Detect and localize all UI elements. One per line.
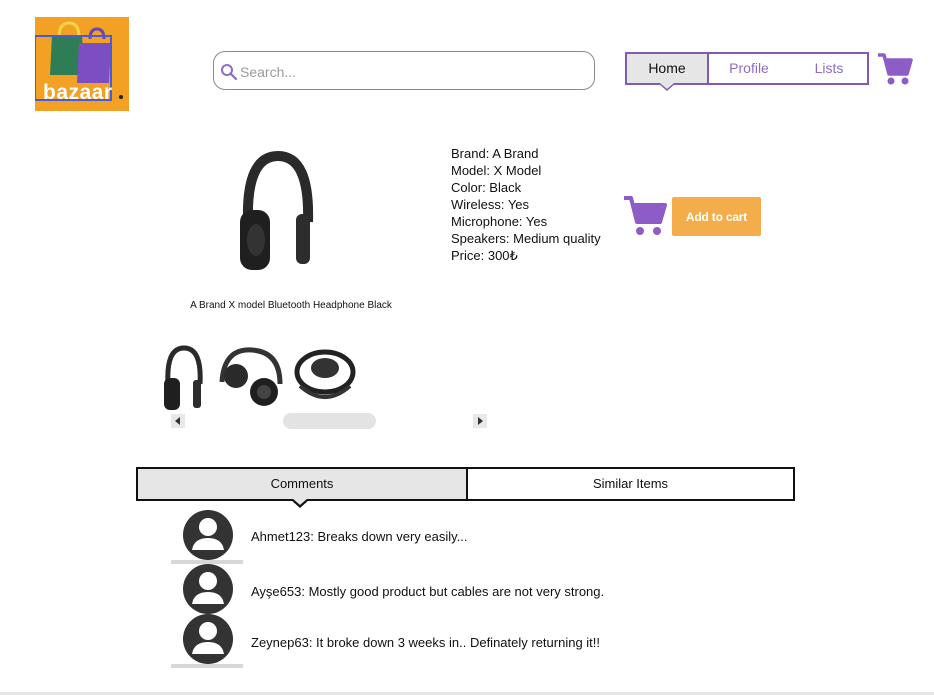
spec-color: Color: Black	[451, 180, 522, 195]
main-nav: Home Profile Lists	[625, 52, 869, 85]
spec-price: Price: 300₺	[451, 248, 518, 263]
bazaar-logo[interactable]: bazaar	[35, 17, 129, 111]
thumbnail-scrollbar[interactable]	[283, 413, 376, 429]
spec-brand: Brand: A Brand	[451, 146, 539, 161]
spec-microphone: Microphone: Yes	[451, 214, 548, 229]
tab-similar-items[interactable]: Similar Items	[468, 469, 793, 499]
avatar	[171, 562, 243, 616]
user-avatar-icon	[183, 510, 233, 560]
avatar	[171, 614, 243, 668]
user-avatar-icon	[183, 614, 233, 664]
search-icon	[221, 64, 238, 81]
avatar	[171, 510, 243, 564]
detail-tabs: Comments Similar Items	[136, 467, 795, 501]
search-bar[interactable]	[213, 51, 595, 90]
spec-wireless: Wireless: Yes	[451, 197, 530, 212]
spec-speakers: Speakers: Medium quality	[451, 231, 601, 246]
arrow-right-icon	[478, 417, 483, 425]
thumbnail-2[interactable]	[216, 344, 286, 414]
user-avatar-icon	[183, 564, 233, 614]
comment-text: Zeynep63: It broke down 3 weeks in.. Def…	[251, 635, 601, 650]
cart-icon[interactable]	[876, 52, 914, 88]
logo-dot	[119, 95, 123, 99]
avatar-underline	[171, 664, 243, 668]
comment-text: Ayşe653: Mostly good product but cables …	[251, 584, 605, 599]
logo-text: bazaar	[43, 81, 113, 104]
nav-lists[interactable]: Lists	[789, 54, 869, 83]
product-specs: Brand: A Brand Model: X Model Color: Bla…	[451, 145, 601, 264]
tab-active-pointer-fill	[292, 498, 308, 505]
thumbnail-scroll-right[interactable]	[473, 414, 487, 428]
add-to-cart-button[interactable]: Add to cart	[672, 197, 761, 236]
comment-text: Ahmet123: Breaks down very easily...	[251, 529, 468, 544]
search-input[interactable]	[238, 60, 582, 84]
add-cart-icon[interactable]	[622, 194, 668, 238]
nav-active-pointer-fill	[660, 83, 674, 89]
comment-item: Ahmet123: Breaks down very easily...	[171, 510, 771, 566]
product-image[interactable]	[236, 150, 316, 280]
nav-home[interactable]: Home	[627, 54, 709, 83]
thumbnail-3[interactable]	[294, 344, 356, 414]
spec-model: Model: X Model	[451, 163, 542, 178]
comment-item: Ayşe653: Mostly good product but cables …	[171, 562, 771, 618]
product-caption: A Brand X model Bluetooth Headphone Blac…	[190, 300, 392, 311]
tab-comments[interactable]: Comments	[138, 469, 468, 499]
arrow-left-icon	[175, 417, 180, 425]
thumbnail-1[interactable]	[160, 344, 206, 414]
thumbnail-scroll-left[interactable]	[171, 414, 185, 428]
comment-item: Zeynep63: It broke down 3 weeks in.. Def…	[171, 614, 771, 670]
nav-profile[interactable]: Profile	[709, 54, 789, 83]
